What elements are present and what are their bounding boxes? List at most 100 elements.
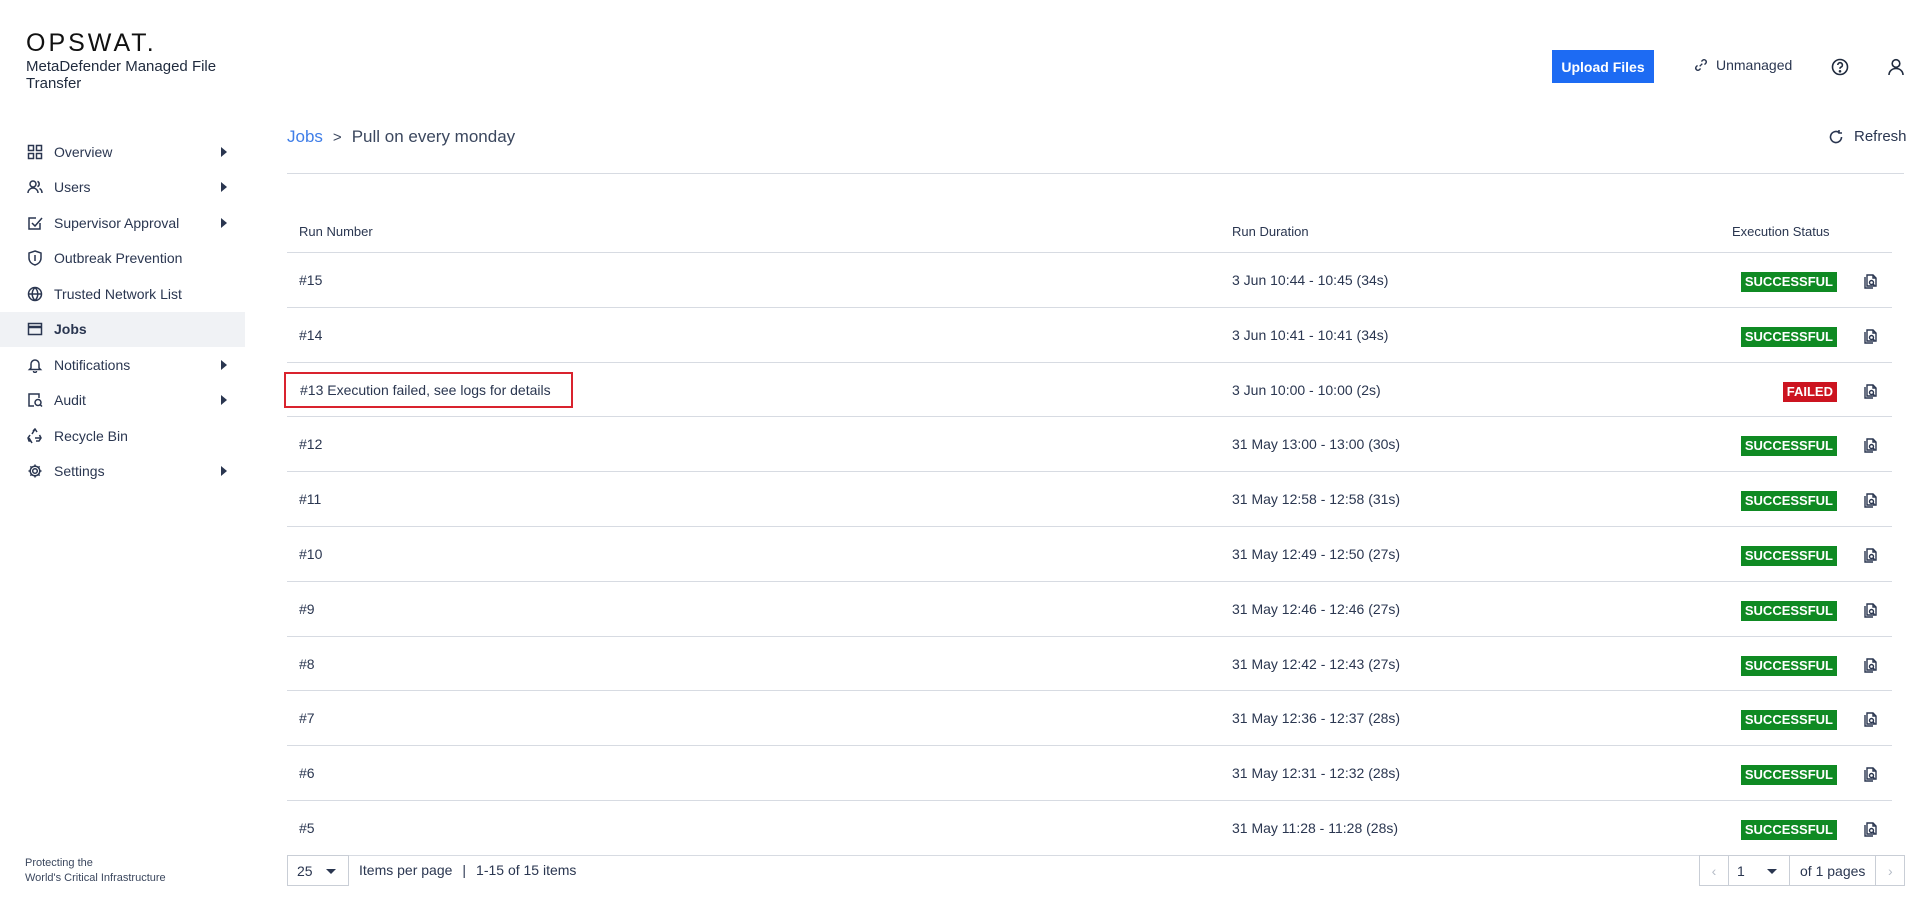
sidebar-item-audit[interactable]: Audit: [0, 383, 245, 419]
pagination-info: Items per page | 1-15 of 15 items: [359, 862, 576, 878]
status-badge: SUCCESSFUL: [1740, 765, 1837, 786]
column-run-number[interactable]: Run Number: [299, 224, 373, 239]
run-number[interactable]: #11: [299, 491, 321, 507]
expand-arrow-icon[interactable]: [221, 466, 227, 477]
view-logs-icon[interactable]: [1862, 546, 1880, 564]
view-logs-icon[interactable]: [1862, 820, 1880, 838]
view-logs-icon[interactable]: [1862, 765, 1880, 783]
run-number[interactable]: #6: [299, 765, 315, 781]
sidebar-item-supervisor-approval[interactable]: Supervisor Approval: [0, 205, 245, 241]
table-row[interactable]: #8 31 May 12:42 - 12:43 (27s) SUCCESSFUL: [287, 637, 1892, 692]
status-badge: SUCCESSFUL: [1740, 819, 1837, 840]
run-number[interactable]: #13 Execution failed, see logs for detai…: [284, 371, 573, 408]
shield-icon: [26, 249, 44, 267]
view-logs-icon[interactable]: [1862, 382, 1880, 400]
sidebar-item-trusted-network-list[interactable]: Trusted Network List: [0, 276, 245, 312]
column-execution-status[interactable]: Execution Status: [1732, 224, 1830, 239]
table-row[interactable]: #11 31 May 12:58 - 12:58 (31s) SUCCESSFUL: [287, 472, 1892, 527]
status-badge: FAILED: [1782, 381, 1837, 402]
table-row[interactable]: #10 31 May 12:49 - 12:50 (27s) SUCCESSFUL: [287, 527, 1892, 582]
pagination-separator: |: [462, 862, 467, 878]
table-row[interactable]: #7 31 May 12:36 - 12:37 (28s) SUCCESSFUL: [287, 691, 1892, 747]
page-number-select[interactable]: 1: [1728, 856, 1790, 885]
expand-arrow-icon[interactable]: [221, 359, 227, 370]
run-number[interactable]: #9: [299, 601, 315, 617]
help-icon[interactable]: [1830, 57, 1850, 77]
page-title: Pull on every monday: [351, 127, 516, 146]
run-number[interactable]: #5: [299, 820, 315, 836]
run-number[interactable]: #15: [299, 272, 322, 288]
view-logs-icon[interactable]: [1862, 656, 1880, 674]
expand-arrow-icon[interactable]: [221, 146, 227, 157]
run-duration: 31 May 12:36 - 12:37 (28s): [1232, 710, 1401, 727]
unmanaged-label: Unmanaged: [1716, 57, 1793, 73]
run-number[interactable]: #8: [299, 656, 315, 672]
unmanaged-link[interactable]: Unmanaged: [1694, 57, 1792, 73]
table-row[interactable]: #6 31 May 12:31 - 12:32 (28s) SUCCESSFUL: [287, 746, 1892, 801]
table-row[interactable]: #13 Execution failed, see logs for detai…: [284, 363, 1892, 418]
sidebar-item-overview[interactable]: Overview: [0, 134, 245, 170]
run-number[interactable]: #12: [299, 436, 322, 452]
view-logs-icon[interactable]: [1862, 601, 1880, 619]
upload-files-button[interactable]: Upload Files: [1552, 50, 1654, 83]
column-run-duration[interactable]: Run Duration: [1232, 224, 1309, 239]
run-number[interactable]: #14: [299, 327, 322, 343]
items-range: 1-15 of 15 items: [476, 862, 577, 878]
view-logs-icon[interactable]: [1862, 710, 1880, 728]
run-duration: 31 May 12:42 - 12:43 (27s): [1232, 655, 1401, 672]
expand-arrow-icon[interactable]: [221, 182, 227, 193]
user-icon[interactable]: [1886, 57, 1906, 77]
table-header: Run Number Run Duration Execution Status: [287, 213, 1892, 253]
footer-tagline: Protecting the World's Critical Infrastr…: [25, 857, 166, 884]
window-icon: [26, 320, 44, 338]
sidebar-item-notifications[interactable]: Notifications: [0, 347, 245, 383]
sidebar-item-label: Outbreak Prevention: [54, 250, 183, 267]
recycle-icon: [26, 427, 44, 445]
run-duration: 31 May 12:58 - 12:58 (31s): [1232, 491, 1401, 508]
status-badge: SUCCESSFUL: [1740, 710, 1837, 731]
items-per-page-select[interactable]: 25: [287, 855, 349, 886]
sidebar-item-label: Notifications: [54, 356, 131, 373]
run-number[interactable]: #10: [299, 546, 322, 562]
status-badge: SUCCESSFUL: [1740, 655, 1837, 676]
page-count: of 1 pages: [1790, 856, 1877, 885]
expand-arrow-icon[interactable]: [221, 395, 227, 406]
prev-page-button[interactable]: ‹: [1700, 856, 1728, 885]
items-per-page-value: 25: [297, 862, 313, 879]
expand-arrow-icon[interactable]: [221, 217, 227, 228]
run-number[interactable]: #7: [299, 710, 315, 726]
sidebar: OPSWAT. MetaDefender Managed File Transf…: [0, 0, 245, 911]
table-row[interactable]: #9 31 May 12:46 - 12:46 (27s) SUCCESSFUL: [287, 582, 1892, 637]
sidebar-item-outbreak-prevention[interactable]: Outbreak Prevention: [0, 241, 245, 277]
globe-icon: [26, 285, 44, 303]
view-logs-icon[interactable]: [1862, 491, 1880, 509]
view-logs-icon[interactable]: [1862, 272, 1880, 290]
table-row[interactable]: #15 3 Jun 10:44 - 10:45 (34s) SUCCESSFUL: [287, 253, 1892, 308]
sidebar-item-recycle-bin[interactable]: Recycle Bin: [0, 418, 245, 454]
sidebar-item-jobs[interactable]: Jobs: [0, 311, 245, 347]
sidebar-item-label: Audit: [54, 392, 86, 409]
checkbox-icon: [26, 214, 44, 232]
status-badge: SUCCESSFUL: [1740, 272, 1837, 292]
view-logs-icon[interactable]: [1862, 436, 1880, 454]
run-duration: 3 Jun 10:41 - 10:41 (34s): [1232, 326, 1389, 343]
table-row[interactable]: #12 31 May 13:00 - 13:00 (30s) SUCCESSFUL: [287, 417, 1892, 473]
view-logs-icon[interactable]: [1862, 327, 1880, 345]
opswat-logo[interactable]: OPSWAT.: [26, 29, 157, 58]
bell-icon: [26, 356, 44, 374]
table-row[interactable]: #5 31 May 11:28 - 11:28 (28s) SUCCESSFUL: [287, 801, 1892, 856]
sidebar-item-label: Supervisor Approval: [54, 214, 180, 231]
sidebar-item-settings[interactable]: Settings: [0, 454, 245, 490]
table-row[interactable]: #14 3 Jun 10:41 - 10:41 (34s) SUCCESSFUL: [287, 308, 1892, 363]
refresh-button[interactable]: Refresh: [1828, 128, 1907, 145]
page-navigator: ‹ 1 of 1 pages ›: [1699, 855, 1906, 886]
product-name: MetaDefender Managed File Transfer: [26, 58, 217, 92]
next-page-button[interactable]: ›: [1876, 856, 1904, 885]
runs-table: Run Number Run Duration Execution Status…: [284, 213, 1892, 856]
table-body: #15 3 Jun 10:44 - 10:45 (34s) SUCCESSFUL #1…: [284, 253, 1892, 856]
status-badge: SUCCESSFUL: [1740, 491, 1837, 512]
sidebar-nav: Overview Users Supervisor Approval Outbr…: [0, 134, 245, 489]
sidebar-item-users[interactable]: Users: [0, 170, 245, 206]
breadcrumb: Jobs > Pull on every monday: [287, 127, 515, 147]
breadcrumb-jobs-link[interactable]: Jobs: [287, 127, 323, 147]
